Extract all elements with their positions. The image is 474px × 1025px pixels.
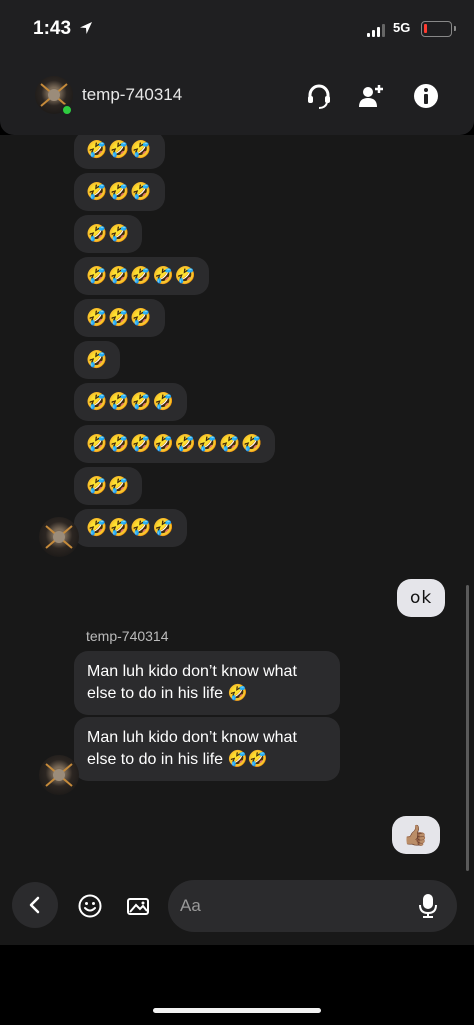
message-bubble[interactable]: 🤣🤣🤣 xyxy=(74,131,165,169)
message-bubble[interactable]: Man luh kido don’t know what else to do … xyxy=(74,651,340,715)
message-bubble[interactable]: 🤣🤣 xyxy=(74,467,143,505)
status-time: 1:43 xyxy=(33,18,72,39)
chevron-left-icon xyxy=(29,896,40,914)
my-message-bubble[interactable]: 👍🏽 xyxy=(392,816,440,854)
message-input-placeholder: Aa xyxy=(180,896,201,915)
cellular-signal-icon xyxy=(367,24,385,37)
avatar[interactable] xyxy=(39,517,79,557)
scrollbar[interactable] xyxy=(466,585,469,871)
microphone-icon[interactable] xyxy=(417,893,439,919)
message-bubble[interactable]: 🤣🤣🤣🤣 xyxy=(74,383,187,421)
add-user-icon[interactable] xyxy=(357,82,385,110)
message-bubble[interactable]: 🤣🤣🤣 xyxy=(74,173,165,211)
online-indicator xyxy=(61,104,73,116)
network-type: 5G xyxy=(393,20,411,35)
chat-header: temp-740314 xyxy=(0,58,474,135)
chat-title[interactable]: temp-740314 xyxy=(82,85,182,105)
status-bar: 1:43 5G xyxy=(0,0,474,58)
back-button[interactable] xyxy=(12,882,58,928)
home-indicator[interactable] xyxy=(153,1008,321,1013)
message-input[interactable]: Aa xyxy=(168,880,457,932)
message-bubble[interactable]: 🤣🤣🤣🤣 xyxy=(74,509,187,547)
message-bubble[interactable]: 🤣🤣🤣🤣🤣🤣🤣🤣 xyxy=(74,425,276,463)
my-message-bubble[interactable]: ok xyxy=(397,579,446,617)
info-icon[interactable] xyxy=(412,82,440,110)
message-bubble[interactable]: 🤣🤣🤣 xyxy=(74,299,165,337)
image-icon[interactable] xyxy=(125,893,151,919)
headset-icon[interactable] xyxy=(305,82,333,110)
avatar[interactable] xyxy=(39,755,79,795)
home-indicator-area xyxy=(0,945,474,1025)
message-bubble[interactable]: 🤣🤣 xyxy=(74,215,143,253)
message-bubble[interactable]: 🤣 xyxy=(74,341,121,379)
sender-name: temp-740314 xyxy=(86,628,169,644)
message-list[interactable]: 🤣🤣🤣 🤣🤣🤣 🤣🤣 🤣🤣🤣🤣🤣 🤣🤣🤣 🤣 🤣🤣🤣🤣 🤣🤣🤣🤣🤣🤣🤣🤣 🤣🤣 … xyxy=(0,131,474,875)
location-arrow-icon xyxy=(80,22,92,34)
message-bubble[interactable]: Man luh kido don’t know what else to do … xyxy=(74,717,340,781)
message-bubble[interactable]: 🤣🤣🤣🤣🤣 xyxy=(74,257,209,295)
battery-icon xyxy=(421,21,456,37)
emoji-icon[interactable] xyxy=(77,893,103,919)
message-composer: Aa xyxy=(0,875,474,945)
